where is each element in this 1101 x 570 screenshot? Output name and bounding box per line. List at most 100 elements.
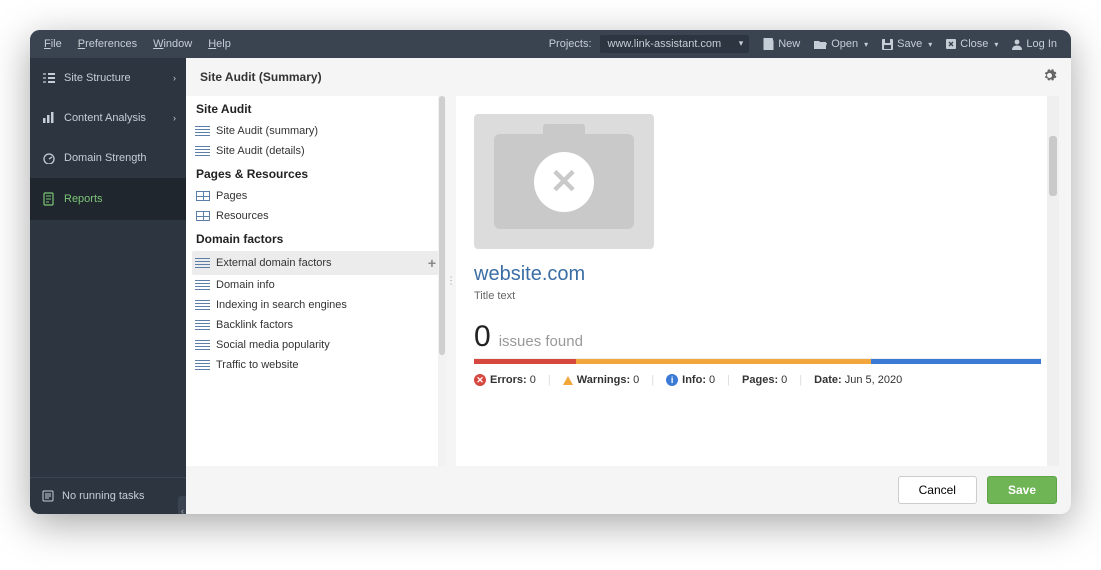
new-label: New: [778, 38, 800, 50]
tree-item-domain-info[interactable]: Domain info: [192, 275, 440, 295]
error-icon: ✕: [474, 374, 486, 386]
tree-label: Backlink factors: [216, 319, 293, 331]
projects-label: Projects:: [549, 38, 592, 50]
tree-item-site-audit-details[interactable]: Site Audit (details): [192, 141, 440, 161]
chevron-down-icon: ▾: [928, 40, 932, 49]
project-select[interactable]: www.link-assistant.com: [600, 35, 750, 53]
list-icon: [196, 146, 210, 156]
new-button[interactable]: New: [763, 38, 800, 50]
tree-item-pages[interactable]: Pages: [192, 186, 440, 206]
tree-label: Site Audit (summary): [216, 125, 318, 137]
stat-errors: ✕Errors: 0: [474, 374, 536, 386]
stat-warnings: Warnings: 0: [563, 374, 640, 386]
chevron-down-icon: ▾: [994, 40, 998, 49]
tree-section-pages-resources: Pages & Resources: [192, 161, 440, 186]
stat-pages: Pages: 0: [742, 374, 787, 386]
chevron-right-icon: ›: [173, 113, 176, 123]
login-button[interactable]: Log In: [1012, 38, 1057, 50]
stat-date: Date: Jun 5, 2020: [814, 374, 902, 386]
settings-button[interactable]: [1042, 68, 1057, 86]
tree-item-backlink-factors[interactable]: Backlink factors: [192, 315, 440, 335]
tree-item-traffic[interactable]: Traffic to website: [192, 355, 440, 375]
chevron-down-icon: ▾: [864, 40, 868, 49]
list-icon: [196, 340, 210, 350]
template-tree: Site Audit Site Audit (summary) Site Aud…: [186, 96, 446, 466]
sidebar: Site Structure › Content Analysis › Doma…: [30, 58, 186, 514]
page-title: Site Audit (Summary): [200, 70, 322, 84]
tasks-label: No running tasks: [62, 490, 145, 502]
sidebar-item-site-structure[interactable]: Site Structure ›: [30, 58, 186, 98]
tasks-icon: [42, 490, 54, 502]
sidebar-label: Reports: [64, 193, 103, 205]
splitter-handle[interactable]: [446, 96, 456, 466]
main-header: Site Audit (Summary): [186, 58, 1071, 96]
tree-label: Traffic to website: [216, 359, 299, 371]
save-label: Save: [897, 38, 922, 50]
tree-section-site-audit: Site Audit: [192, 96, 440, 121]
list-icon: [196, 320, 210, 330]
site-thumbnail-placeholder: ✕: [474, 114, 654, 249]
tree-label: Domain info: [216, 279, 275, 291]
tree-scrollbar[interactable]: [438, 96, 446, 466]
sidebar-label: Site Structure: [64, 72, 131, 84]
tree-label: Indexing in search engines: [216, 299, 347, 311]
close-icon: [946, 39, 956, 49]
menu-preferences[interactable]: Preferences: [78, 38, 137, 50]
save-icon: [882, 39, 893, 50]
structure-icon: [42, 72, 56, 84]
list-icon: [196, 300, 210, 310]
info-icon: i: [666, 374, 678, 386]
site-url: website.com: [474, 263, 1041, 286]
sidebar-item-reports[interactable]: Reports: [30, 178, 186, 220]
add-icon[interactable]: +: [428, 255, 436, 271]
dialog-footer: Cancel Save: [186, 466, 1071, 514]
close-label: Close: [960, 38, 988, 50]
gauge-icon: [42, 152, 56, 164]
tree-item-resources[interactable]: Resources: [192, 206, 440, 226]
save-report-button[interactable]: Save: [987, 476, 1057, 504]
summary-scrollbar[interactable]: [1047, 96, 1059, 466]
tree-label: Pages: [216, 190, 247, 202]
gear-icon: [1042, 68, 1057, 83]
file-icon: [763, 38, 774, 50]
save-button[interactable]: Save ▾: [882, 38, 932, 50]
tree-item-site-audit-summary[interactable]: Site Audit (summary): [192, 121, 440, 141]
tasks-status[interactable]: No running tasks ‹: [30, 477, 186, 514]
sidebar-item-domain-strength[interactable]: Domain Strength: [30, 138, 186, 178]
login-label: Log In: [1026, 38, 1057, 50]
summary-panel: ✕ website.com Title text 0 issues found: [456, 96, 1059, 466]
menu-file[interactable]: File: [44, 38, 62, 50]
tree-item-indexing[interactable]: Indexing in search engines: [192, 295, 440, 315]
issues-count: 0: [474, 320, 491, 354]
sidebar-item-content-analysis[interactable]: Content Analysis ›: [30, 98, 186, 138]
chart-icon: [42, 112, 56, 124]
menubar: File Preferences Window Help Projects: w…: [30, 30, 1071, 58]
stat-info: iInfo: 0: [666, 374, 715, 386]
no-image-icon: ✕: [534, 152, 594, 212]
app-window: File Preferences Window Help Projects: w…: [30, 30, 1071, 514]
open-label: Open: [831, 38, 858, 50]
cancel-button[interactable]: Cancel: [898, 476, 977, 504]
tree-label: Site Audit (details): [216, 145, 305, 157]
warning-icon: [563, 376, 573, 385]
tree-section-domain-factors: Domain factors: [192, 226, 440, 251]
tree-item-social-media[interactable]: Social media popularity: [192, 335, 440, 355]
menu-window[interactable]: Window: [153, 38, 192, 50]
list-icon: [196, 280, 210, 290]
list-icon: [196, 258, 210, 268]
menu-help[interactable]: Help: [208, 38, 231, 50]
main-panel: Site Audit (Summary) Site Audit Site Aud…: [186, 58, 1071, 514]
tree-item-external-domain-factors[interactable]: External domain factors+: [192, 251, 440, 275]
folder-open-icon: [814, 39, 827, 50]
close-button[interactable]: Close ▾: [946, 38, 998, 50]
tree-label: Social media popularity: [216, 339, 330, 351]
grid-icon: [196, 191, 210, 201]
issues-summary: 0 issues found: [474, 320, 1041, 359]
severity-bar: [474, 359, 1041, 364]
sidebar-label: Content Analysis: [64, 112, 146, 124]
open-button[interactable]: Open ▾: [814, 38, 868, 50]
grid-icon: [196, 211, 210, 221]
issues-label: issues found: [499, 333, 583, 350]
site-title-text: Title text: [474, 290, 1041, 302]
user-icon: [1012, 39, 1022, 50]
